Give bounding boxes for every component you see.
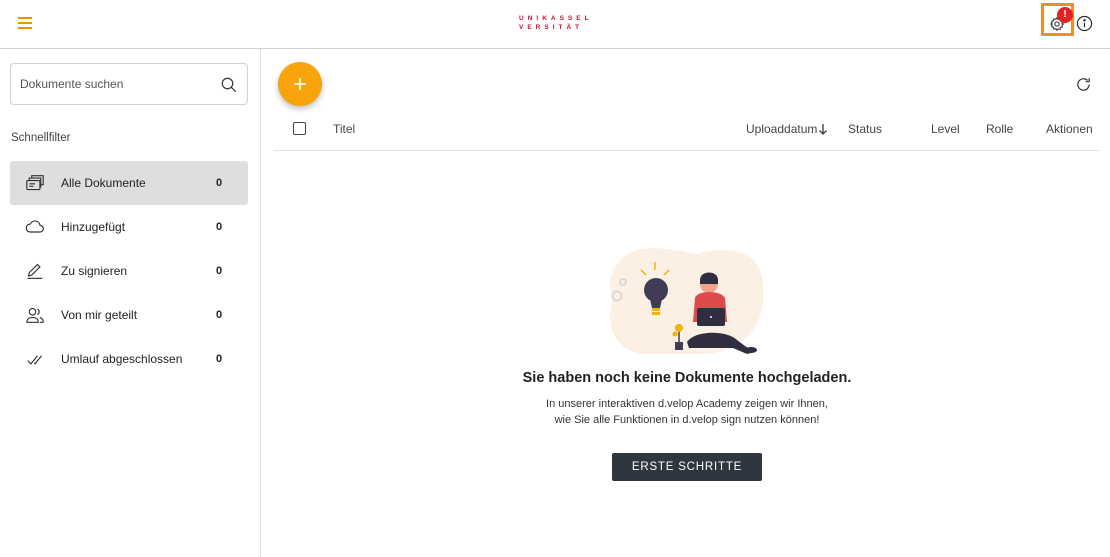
- filter-item-to-sign[interactable]: Zu signieren 0: [10, 249, 248, 293]
- column-role[interactable]: Rolle: [986, 122, 1013, 136]
- arrow-down-icon[interactable]: [818, 123, 828, 135]
- university-logo: UNIKASSEL VERSITÄT: [519, 14, 593, 34]
- info-icon[interactable]: [1076, 15, 1093, 32]
- plus-icon: [294, 78, 306, 90]
- users-icon: [26, 307, 44, 323]
- select-all-checkbox[interactable]: [293, 122, 306, 135]
- search-box: [10, 63, 248, 105]
- top-bar: UNIKASSEL VERSITÄT !: [0, 0, 1110, 49]
- filter-item-shared-by-me[interactable]: Von mir geteilt 0: [10, 293, 248, 337]
- filter-label: Hinzugefügt: [61, 220, 126, 234]
- refresh-icon[interactable]: [1075, 76, 1092, 93]
- logo-line-1: UNIKASSEL: [519, 15, 593, 22]
- empty-state-illustration: [610, 248, 764, 354]
- quick-filter-heading: Schnellfilter: [11, 132, 71, 144]
- filter-count: 0: [216, 177, 223, 189]
- filter-label: Zu signieren: [61, 264, 128, 278]
- sidebar: Schnellfilter Alle Dokumente 0 Hinzugefü…: [0, 49, 261, 557]
- column-actions: Aktionen: [1046, 122, 1093, 136]
- filter-item-completed[interactable]: Umlauf abgeschlossen 0: [10, 337, 248, 381]
- column-level[interactable]: Level: [931, 122, 960, 136]
- settings-button[interactable]: !: [1041, 3, 1074, 36]
- filter-count: 0: [216, 221, 223, 233]
- empty-state-text-line-2: wie Sie alle Funktionen in d.velop sign …: [554, 414, 820, 426]
- filter-item-added[interactable]: Hinzugefügt 0: [10, 205, 248, 249]
- filter-item-all-documents[interactable]: Alle Dokumente 0: [10, 161, 248, 205]
- alert-badge: !: [1057, 7, 1073, 23]
- first-steps-button[interactable]: ERSTE SCHRITTE: [612, 453, 762, 481]
- double-check-icon: [27, 355, 42, 365]
- column-upload-date[interactable]: Uploaddatum: [746, 122, 817, 136]
- search-input[interactable]: [11, 64, 211, 104]
- search-icon[interactable]: [220, 76, 238, 94]
- filter-label: Umlauf abgeschlossen: [61, 352, 183, 366]
- filter-label: Alle Dokumente: [61, 176, 146, 190]
- filter-label: Von mir geteilt: [61, 308, 138, 322]
- filter-count: 0: [216, 353, 223, 365]
- logo-line-2: VERSITÄT: [519, 24, 584, 31]
- filter-count: 0: [216, 265, 223, 277]
- table-header: Titel Uploaddatum Status Level Rolle Akt…: [274, 107, 1100, 151]
- empty-state-title: Sie haben noch keine Dokumente hochgelad…: [522, 370, 852, 386]
- cloud-icon: [25, 220, 44, 233]
- add-document-button[interactable]: [278, 62, 322, 106]
- filter-count: 0: [216, 309, 223, 321]
- empty-state-text-line-1: In unserer interaktiven d.velop Academy …: [546, 398, 828, 410]
- pen-icon: [27, 263, 43, 279]
- documents-stack-icon: [26, 175, 44, 191]
- hamburger-icon[interactable]: [18, 17, 33, 29]
- column-title[interactable]: Titel: [333, 122, 355, 136]
- column-status[interactable]: Status: [848, 122, 882, 136]
